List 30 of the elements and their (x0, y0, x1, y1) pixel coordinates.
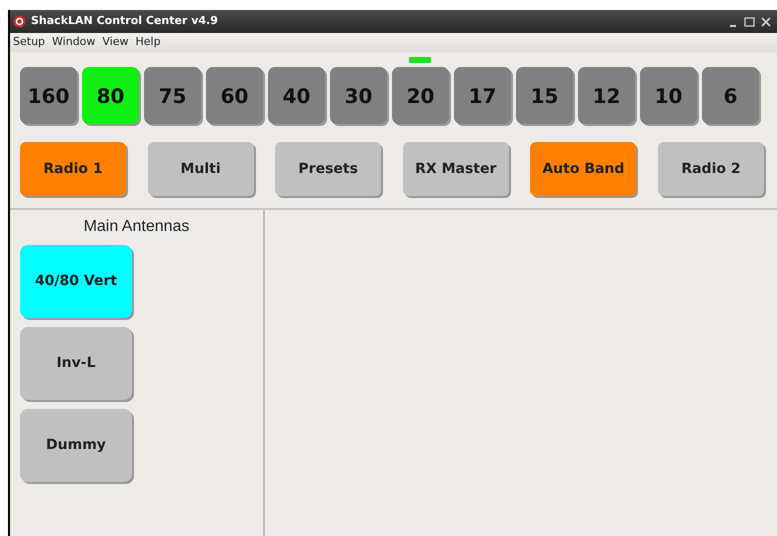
panel-title: Main Antennas (82, 217, 190, 237)
menu-item[interactable]: Setup (13, 34, 46, 51)
menu-item[interactable]: Help (136, 34, 161, 51)
function-button[interactable]: Radio 2 (658, 142, 764, 196)
window-title: ShackLAN Control Center v4.9 (31, 13, 218, 30)
function-button[interactable]: RX Master (402, 142, 509, 196)
antenna-button[interactable]: Inv-L (20, 327, 132, 400)
band-button[interactable]: 17 (454, 67, 511, 124)
band-button[interactable]: 15 (516, 67, 573, 124)
function-button[interactable]: Radio 1 (20, 142, 126, 196)
antenna-button[interactable]: Dummy (20, 409, 132, 482)
menu-item[interactable]: View (102, 34, 129, 51)
close-icon[interactable] (761, 16, 771, 28)
antenna-button[interactable]: 40/80 Vert (20, 245, 132, 318)
function-button[interactable]: Multi (148, 142, 254, 196)
band-button[interactable]: 80 (82, 67, 139, 124)
maximize-icon[interactable] (744, 16, 755, 28)
band-button[interactable]: 60 (206, 67, 263, 124)
band-button[interactable]: 40 (268, 67, 325, 124)
band-button[interactable]: 12 (578, 67, 635, 124)
band-button[interactable]: 10 (640, 67, 697, 124)
function-button[interactable]: Presets (275, 142, 382, 196)
band-button[interactable]: 30 (330, 67, 387, 124)
band-button[interactable]: 6 (702, 67, 759, 124)
band-button[interactable]: 20 (392, 67, 449, 124)
band-button[interactable]: 160 (20, 67, 77, 124)
menu-item[interactable]: Window (52, 34, 96, 51)
app-icon (13, 15, 26, 28)
band-button[interactable]: 75 (144, 67, 201, 124)
function-button[interactable]: Auto Band (530, 142, 636, 196)
